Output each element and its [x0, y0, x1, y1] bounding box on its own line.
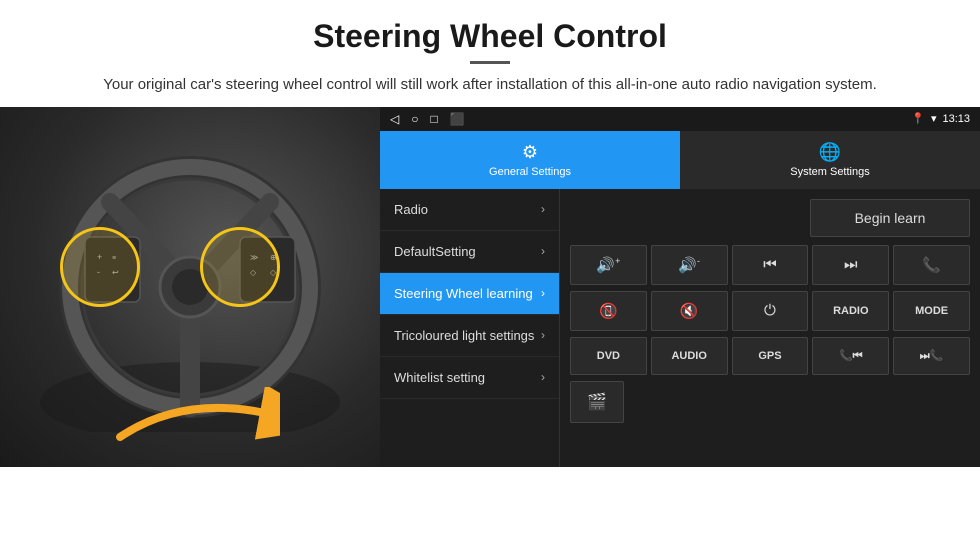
audio-button[interactable]: AUDIO: [651, 337, 728, 375]
system-settings-icon: 🌐: [819, 142, 841, 163]
phone-button[interactable]: 📞: [893, 245, 970, 285]
radio-label: RADIO: [833, 305, 868, 317]
menu-default-label: DefaultSetting: [394, 244, 476, 259]
status-bar-left: ◁ ○ □ ⬛: [390, 112, 465, 126]
page-title: Steering Wheel Control: [60, 18, 920, 55]
page-container: Steering Wheel Control Your original car…: [0, 0, 980, 467]
menu-default-chevron: ›: [541, 244, 545, 258]
menu-item-tricoloured[interactable]: Tricoloured light settings ›: [380, 315, 559, 357]
menu-steering-label: Steering Wheel learning: [394, 286, 533, 301]
next-track-button[interactable]: ⏭: [812, 245, 889, 285]
main-content: + - ≡ ↩ ≫ ◇ ⊕ ◇: [0, 107, 980, 467]
tab-system[interactable]: 🌐 System Settings: [680, 131, 980, 189]
menu-steering-chevron: ›: [541, 286, 545, 300]
steering-wheel-bg: + - ≡ ↩ ≫ ◇ ⊕ ◇: [0, 107, 380, 467]
back-icon[interactable]: ◁: [390, 112, 399, 126]
settings-gear-icon: ⚙: [522, 142, 538, 163]
recents-icon[interactable]: □: [430, 112, 437, 126]
menu-whitelist-chevron: ›: [541, 370, 545, 384]
vol-up-icon: 🔊+: [596, 256, 620, 274]
media-icon: 🎬: [587, 392, 607, 412]
gps-button[interactable]: GPS: [732, 337, 809, 375]
right-panel: ◁ ○ □ ⬛ 📍 ▾ 13:13 ⚙ General Settings: [380, 107, 980, 467]
control-grid-row1: 🔊+ 🔊- ⏮ ⏭ 📞: [570, 245, 970, 285]
hang-up-button[interactable]: 📵: [570, 291, 647, 331]
next-button-2[interactable]: ⏭📞: [893, 337, 970, 375]
header-section: Steering Wheel Control Your original car…: [0, 0, 980, 107]
highlight-circle-right: [200, 227, 280, 307]
radio-button[interactable]: RADIO: [812, 291, 889, 331]
menu-tricoloured-chevron: ›: [541, 328, 545, 342]
header-subtitle: Your original car's steering wheel contr…: [60, 74, 920, 97]
power-button[interactable]: ⏻: [732, 291, 809, 331]
location-icon: 📍: [911, 112, 925, 125]
control-grid-row2: 📵 🔇 ⏻ RADIO MODE: [570, 291, 970, 331]
prev-track-icon: ⏮: [763, 256, 777, 273]
next-icon-2: ⏭📞: [920, 349, 944, 363]
status-bar: ◁ ○ □ ⬛ 📍 ▾ 13:13: [380, 107, 980, 131]
settings-menu: Radio › DefaultSetting › Steering Wheel …: [380, 189, 560, 467]
wifi-icon: ▾: [931, 112, 937, 125]
mode-label: MODE: [915, 305, 948, 317]
audio-label: AUDIO: [671, 350, 706, 362]
menu-item-radio[interactable]: Radio ›: [380, 189, 559, 231]
left-panel: + - ≡ ↩ ≫ ◇ ⊕ ◇: [0, 107, 380, 467]
hang-up-icon: 📵: [599, 302, 618, 320]
status-bar-right: 📍 ▾ 13:13: [911, 112, 970, 125]
power-icon: ⏻: [764, 302, 776, 319]
tab-general[interactable]: ⚙ General Settings: [380, 131, 680, 189]
prev-icon-2: 📞⏮: [839, 349, 863, 363]
arrow-svg: [100, 387, 280, 447]
menu-item-steering[interactable]: Steering Wheel learning ›: [380, 273, 559, 315]
mute-icon: 🔇: [680, 302, 699, 320]
prev-button-2[interactable]: 📞⏮: [812, 337, 889, 375]
control-grid-row3: DVD AUDIO GPS 📞⏮ ⏭📞: [570, 337, 970, 375]
prev-track-button[interactable]: ⏮: [732, 245, 809, 285]
mute-button[interactable]: 🔇: [651, 291, 728, 331]
home-icon[interactable]: ○: [411, 112, 418, 126]
control-last-row: 🎬: [570, 381, 970, 423]
vol-up-button[interactable]: 🔊+: [570, 245, 647, 285]
gps-label: GPS: [758, 350, 781, 362]
settings-content: Radio › DefaultSetting › Steering Wheel …: [380, 189, 980, 467]
begin-learn-row: Begin learn: [570, 199, 970, 237]
menu-icon[interactable]: ⬛: [450, 112, 465, 126]
menu-item-whitelist[interactable]: Whitelist setting ›: [380, 357, 559, 399]
tab-general-label: General Settings: [489, 166, 571, 178]
menu-tricoloured-label: Tricoloured light settings: [394, 328, 534, 343]
vol-down-icon: 🔊-: [678, 256, 700, 274]
tab-system-label: System Settings: [790, 166, 869, 178]
mode-button[interactable]: MODE: [893, 291, 970, 331]
next-track-icon: ⏭: [844, 256, 858, 273]
dvd-button[interactable]: DVD: [570, 337, 647, 375]
highlight-circle-left: [60, 227, 140, 307]
menu-item-default[interactable]: DefaultSetting ›: [380, 231, 559, 273]
dvd-label: DVD: [597, 350, 620, 362]
menu-radio-chevron: ›: [541, 202, 545, 216]
phone-icon: 📞: [922, 256, 941, 274]
tab-bar: ⚙ General Settings 🌐 System Settings: [380, 131, 980, 189]
settings-right: Begin learn 🔊+ 🔊- ⏮: [560, 189, 980, 467]
begin-learn-button[interactable]: Begin learn: [810, 199, 970, 237]
clock: 13:13: [942, 113, 970, 125]
header-divider: [470, 61, 510, 64]
menu-radio-label: Radio: [394, 202, 428, 217]
vol-down-button[interactable]: 🔊-: [651, 245, 728, 285]
menu-whitelist-label: Whitelist setting: [394, 370, 485, 385]
media-icon-button[interactable]: 🎬: [570, 381, 624, 423]
